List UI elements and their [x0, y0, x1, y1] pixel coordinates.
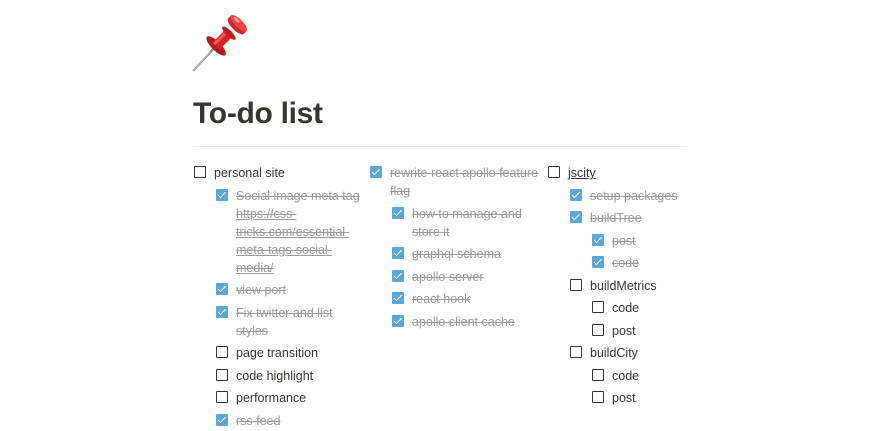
checkbox-checked[interactable] [570, 211, 582, 223]
todo-label[interactable]: rss feed [236, 412, 364, 430]
todo-item[interactable]: graphql schema [392, 245, 540, 263]
todo-column-2: rewrite react apollo feature flag how to… [370, 164, 540, 335]
checkbox-checked[interactable] [570, 188, 582, 201]
todo-label[interactable]: post [612, 322, 708, 340]
todo-label[interactable]: apollo server [412, 268, 540, 286]
todo-label[interactable]: code highlight [236, 367, 364, 385]
todo-label[interactable]: react hook [412, 290, 540, 308]
todo-item[interactable]: Social image meta tag https://css-tricks… [216, 187, 364, 277]
todo-item[interactable]: page transition [216, 344, 364, 362]
todo-item[interactable]: personal site [194, 164, 364, 182]
todo-item[interactable]: how to manage and store it [392, 205, 540, 241]
todo-label[interactable]: personal site [214, 164, 364, 182]
checkbox-checked[interactable] [592, 233, 604, 246]
todo-item[interactable]: post [592, 389, 708, 407]
todo-item[interactable]: setup packages [570, 187, 708, 205]
todo-label[interactable]: post [612, 389, 708, 407]
pushpin-icon[interactable] [190, 10, 254, 74]
todo-item[interactable]: rewrite react apollo feature flag [370, 164, 540, 200]
checkbox-unchecked[interactable] [592, 301, 604, 313]
page-title[interactable]: To-do list [193, 95, 323, 133]
todo-item[interactable]: Fix twitter and list styles [216, 304, 364, 340]
todo-item[interactable]: buildCity [570, 344, 708, 362]
checkbox-checked[interactable] [216, 413, 228, 426]
todo-label[interactable]: jscity [568, 164, 708, 182]
checkbox-unchecked[interactable] [548, 166, 560, 178]
todo-label[interactable]: buildCity [590, 344, 708, 362]
todo-label[interactable]: code [612, 367, 708, 385]
checkbox-checked[interactable] [216, 305, 228, 318]
todo-item[interactable]: jscity [548, 164, 708, 182]
checkbox-checked[interactable] [392, 206, 404, 219]
checkbox-checked[interactable] [370, 166, 382, 178]
todo-item[interactable]: apollo server [392, 268, 540, 286]
checkbox-unchecked[interactable] [216, 368, 228, 381]
todo-link[interactable]: https://css-tricks.com/essential-meta-ta… [236, 207, 349, 275]
checkbox-checked[interactable] [392, 314, 404, 327]
todo-item[interactable]: apollo client cache [392, 313, 540, 331]
checkbox-checked[interactable] [392, 247, 404, 259]
todo-label[interactable]: buildTree [590, 209, 708, 227]
checkbox-checked[interactable] [216, 188, 228, 201]
todo-item[interactable]: code [592, 367, 708, 385]
checkbox-unchecked[interactable] [592, 368, 604, 381]
todo-item[interactable]: buildMetrics [570, 277, 708, 295]
todo-label[interactable]: post [612, 232, 708, 250]
checkbox-checked[interactable] [392, 269, 404, 282]
checkbox-unchecked[interactable] [592, 391, 604, 403]
todo-item[interactable]: post [592, 322, 708, 340]
checkbox-unchecked[interactable] [216, 346, 228, 358]
todo-item[interactable]: code highlight [216, 367, 364, 385]
todo-label[interactable]: how to manage and store it [412, 205, 540, 241]
checkbox-checked[interactable] [392, 292, 404, 304]
todo-label[interactable]: apollo client cache [412, 313, 540, 331]
checkbox-checked[interactable] [216, 283, 228, 295]
todo-label[interactable]: Social image meta tag https://css-tricks… [236, 187, 364, 277]
checkbox-unchecked[interactable] [570, 278, 582, 291]
todo-item[interactable]: view port [216, 281, 364, 299]
todo-column-3: jscity setup packages buildTree post cod… [548, 164, 708, 412]
todo-item[interactable]: react hook [392, 290, 540, 308]
checkbox-unchecked[interactable] [216, 391, 228, 403]
todo-label[interactable]: buildMetrics [590, 277, 708, 295]
todo-item[interactable]: code [592, 299, 708, 317]
todo-item[interactable]: code [592, 254, 708, 272]
divider [193, 146, 687, 147]
notion-page: To-do list personal site Social image me… [0, 0, 880, 431]
checkbox-checked[interactable] [592, 256, 604, 268]
todo-item[interactable]: performance [216, 389, 364, 407]
todo-label[interactable]: page transition [236, 344, 364, 362]
todo-label[interactable]: code [612, 254, 708, 272]
checkbox-unchecked[interactable] [194, 166, 206, 178]
todo-label[interactable]: Fix twitter and list styles [236, 304, 364, 340]
todo-item[interactable]: buildTree [570, 209, 708, 227]
checkbox-unchecked[interactable] [570, 346, 582, 358]
todo-label[interactable]: code [612, 299, 708, 317]
todo-item[interactable]: post [592, 232, 708, 250]
todo-label[interactable]: setup packages [590, 187, 708, 205]
todo-column-1: personal site Social image meta tag http… [194, 164, 364, 431]
todo-label[interactable]: rewrite react apollo feature flag [390, 164, 540, 200]
todo-label[interactable]: view port [236, 281, 364, 299]
todo-item[interactable]: rss feed [216, 412, 364, 430]
checkbox-unchecked[interactable] [592, 323, 604, 336]
todo-label[interactable]: graphql schema [412, 245, 540, 263]
todo-label[interactable]: performance [236, 389, 364, 407]
todo-label-text: Social image meta tag [236, 188, 360, 203]
